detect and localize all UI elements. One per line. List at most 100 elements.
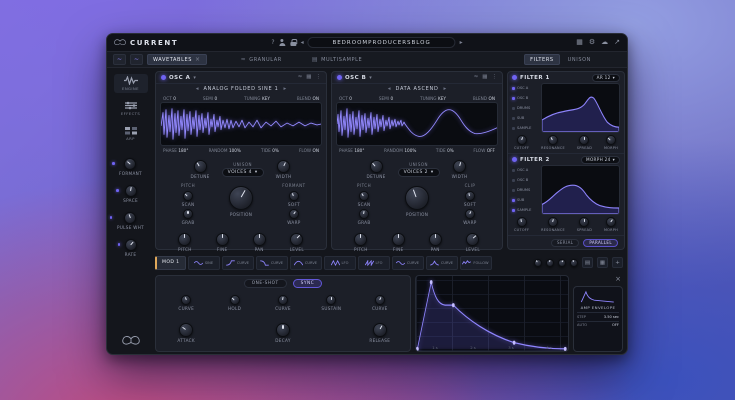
route-osc-a[interactable]: OSC A [512,168,538,172]
keyboard-icon[interactable]: ▤ [582,257,593,268]
power-toggle[interactable] [512,157,517,162]
fine-knob[interactable] [392,233,405,246]
param-blend[interactable]: BLENDON [297,96,319,101]
preset-next-button[interactable]: ▸ [460,39,463,46]
mod-amount-knob[interactable] [534,259,542,267]
next-wavetable-button[interactable]: ▸ [444,86,447,92]
param-flow[interactable]: FLOWON [299,148,319,153]
power-toggle[interactable] [337,75,342,80]
envelope-display[interactable]: 1 s 2 s 3 s 4 s [415,275,569,352]
grab-knob[interactable] [359,209,369,219]
mod-amount-knob[interactable] [570,259,578,267]
tab-unison[interactable]: UNISON [564,57,595,63]
route-osc-a[interactable]: OSC A [512,86,538,90]
level-knob[interactable] [466,233,479,246]
param-semi[interactable]: SEMI0 [379,96,393,101]
grid-icon[interactable]: ▦ [482,75,487,81]
param-random[interactable]: RANDOM100% [209,148,241,153]
sidebar-item-effects[interactable]: EFFECTS [114,99,148,118]
resonance-knob[interactable] [548,135,558,145]
mod-amount-knob[interactable] [546,259,554,267]
prev-wavetable-button[interactable]: ◂ [196,86,199,92]
soft-knob[interactable] [465,191,475,201]
one-shot-toggle[interactable]: ONE-SHOT [244,279,287,288]
pan-knob[interactable] [253,233,266,246]
osc-a-mini-tab[interactable]: ~ [113,54,126,65]
param-phase[interactable]: PHASE180° [163,148,188,153]
filter-type-selector[interactable]: AR 12 ▾ [592,74,620,82]
mod-tab-3[interactable]: CURVE [256,256,288,270]
mod-tab-5[interactable]: LFO [324,256,356,270]
detune-knob[interactable] [194,160,207,173]
release-knob[interactable] [373,323,387,337]
grid-icon[interactable]: ▦ [306,75,311,81]
prev-wavetable-button[interactable]: ◂ [388,86,391,92]
pan-knob[interactable] [429,233,442,246]
scan-knob[interactable] [359,191,369,201]
fine-knob[interactable] [216,233,229,246]
help-icon[interactable]: ? [271,39,274,46]
route-osc-b[interactable]: OSC B [512,96,538,100]
menu-icon[interactable]: ⋮ [492,75,498,81]
wavetable-name[interactable]: ANALOG FOLDED SINE 1 [204,86,279,92]
route-drums[interactable]: DRUMS [512,188,538,192]
mod-tab-4[interactable]: CURVE [290,256,322,270]
lock-icon[interactable] [290,39,297,46]
apps-grid-icon[interactable]: ▦ [576,39,583,46]
warp-knob[interactable] [465,209,475,219]
mod-active-tab[interactable]: MOD 1 [155,256,186,270]
close-icon[interactable]: × [195,56,201,63]
param-tide[interactable]: TIDE0% [261,148,279,153]
gear-icon[interactable]: ⚙ [589,39,595,46]
tab-granular[interactable]: ≈ GRANULAR [237,56,286,63]
warp-knob[interactable] [289,209,299,219]
add-icon[interactable]: + [612,257,623,268]
next-wavetable-button[interactable]: ▸ [283,86,286,92]
param-blend[interactable]: BLENDON [473,96,495,101]
user-icon[interactable] [279,39,286,46]
route-drums[interactable]: DRUMS [512,106,538,110]
param-tuning[interactable]: TUNINGKEY [420,96,446,101]
level-knob[interactable] [290,233,303,246]
chevron-down-icon[interactable]: ▾ [193,75,196,81]
filter-1-curve-display[interactable] [541,83,620,133]
spread-knob[interactable] [579,135,589,145]
tab-multisample[interactable]: ▤ MULTISAMPLE [308,56,366,63]
param-phase[interactable]: PHASE180° [339,148,364,153]
power-toggle[interactable] [512,75,517,80]
param-random[interactable]: RANDOM100% [384,148,416,153]
sustain-knob[interactable] [326,295,336,305]
filter-2-curve-display[interactable] [541,165,620,215]
voices-selector[interactable]: VOICES 2 ▾ [398,168,440,177]
mod-tab-8[interactable]: CURVE [426,256,458,270]
resonance-knob[interactable] [548,217,558,227]
filter-type-selector[interactable]: MORPH 24 ▾ [581,156,620,164]
tab-filters[interactable]: FILTERS [524,54,560,65]
osc-b-waveform-display[interactable] [336,102,498,146]
mod-tab-2[interactable]: CURVE [222,256,254,270]
rate-knob[interactable] [125,239,137,251]
param-oct[interactable]: OCT0 [339,96,352,101]
spread-knob[interactable] [579,217,589,227]
detune-knob[interactable] [370,160,383,173]
osc-a-waveform-display[interactable] [160,102,322,146]
morph-knob[interactable] [606,217,616,227]
pulse-width-knob[interactable] [124,212,136,224]
formant-knob[interactable] [124,158,136,170]
parallel-routing-button[interactable]: PARALLEL [583,239,618,247]
power-toggle[interactable] [161,75,166,80]
osc-b-mini-tab[interactable]: ~ [130,54,143,65]
mod-tab-1[interactable]: SINE [188,256,220,270]
wave-icon[interactable]: ≈ [474,75,479,81]
hold-knob[interactable] [230,295,240,305]
param-tuning[interactable]: TUNINGKEY [244,96,270,101]
route-osc-b[interactable]: OSC B [512,178,538,182]
amp-envelope-card[interactable]: AMP ENVELOPE STEP 3.50 sec AUTO OFF [573,286,623,352]
curve-knob[interactable] [375,295,385,305]
mod-tab-6[interactable]: LFO [358,256,390,270]
param-flow[interactable]: FLOWOFF [473,148,495,153]
route-sample[interactable]: SAMPLE [512,208,538,212]
morph-knob[interactable] [606,135,616,145]
width-knob[interactable] [453,160,466,173]
sidebar-item-arp[interactable]: ARP [114,124,148,143]
